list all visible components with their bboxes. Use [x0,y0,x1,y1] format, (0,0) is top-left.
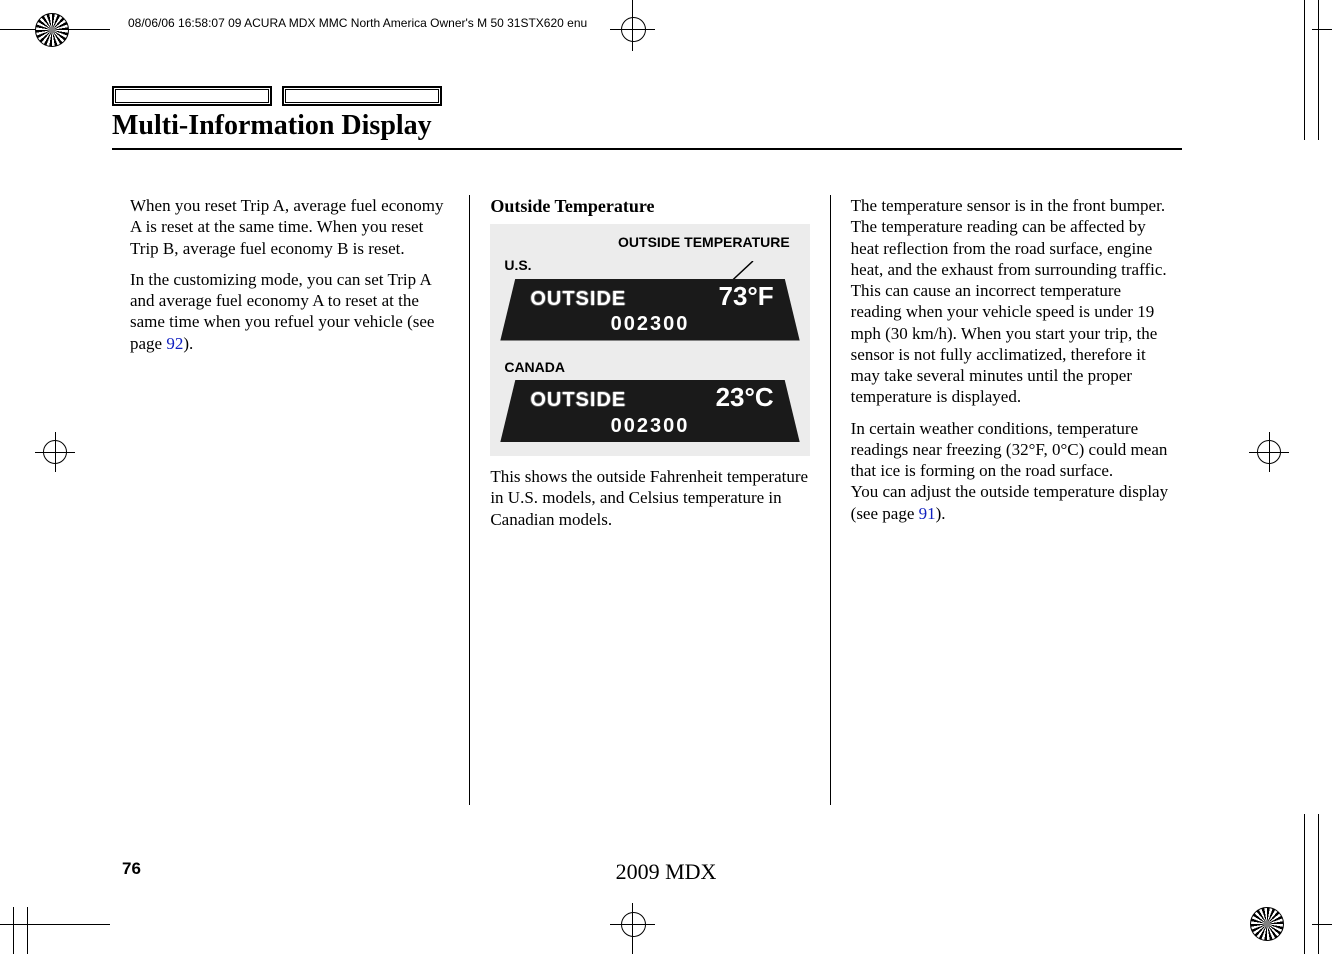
trim-line-icon [1318,0,1319,140]
trim-line-icon [13,907,14,954]
trim-line-icon [1304,0,1305,140]
illustration-box: OUTSIDE TEMPERATURE U.S. OUTSIDE 73°F 00… [490,224,809,457]
footer-model-year: 2009 MDX [0,859,1332,885]
page-reference-link[interactable]: 91 [919,504,936,523]
body-text: In the customizing mode, you can set Tri… [130,269,449,354]
color-registration-icon [35,13,69,47]
region-label: CANADA [504,359,799,377]
column-2: Outside Temperature OUTSIDE TEMPERATURE … [490,195,809,805]
body-text: This shows the outside Fahrenheit temper… [490,466,809,530]
crop-mark-bottom-icon [610,904,655,954]
column-separator [830,195,831,805]
title-rule [112,148,1182,150]
header-tab-box [282,86,442,106]
registration-mark-icon [1249,432,1289,472]
registration-mark-icon [35,432,75,472]
lcd-label: OUTSIDE [530,388,626,413]
region-label: U.S. [504,257,799,275]
lcd-temperature: 23°C [716,381,774,414]
body-text: You can adjust the outside temperature d… [851,482,1168,522]
color-registration-icon [1250,907,1284,941]
trim-line-icon [27,907,28,954]
header-tab-boxes [112,86,1182,106]
body-text: In certain weather conditions, temperatu… [851,418,1170,524]
lcd-display-canada: OUTSIDE 23°C 002300 [500,380,799,442]
lcd-label: OUTSIDE [530,287,626,312]
print-header: 08/06/06 16:58:07 09 ACURA MDX MMC North… [128,16,587,30]
crop-line-icon [0,924,110,925]
lcd-display-us: OUTSIDE 73°F 002300 [500,279,799,341]
lcd-odometer: 002300 [611,313,690,335]
page-reference-link[interactable]: 92 [166,334,183,353]
column-3: The temperature sensor is in the front b… [851,195,1170,805]
crop-line-icon [1312,924,1332,925]
callout-label: OUTSIDE TEMPERATURE [500,234,789,252]
crop-line-icon [1312,29,1332,30]
lcd-temperature: 73°F [718,280,773,313]
column-separator [469,195,470,805]
page-title: Multi-Information Display [112,110,1182,142]
body-text: In certain weather conditions, temperatu… [851,419,1168,481]
column-1: When you reset Trip A, average fuel econ… [130,195,449,805]
body-text: ). [183,334,193,353]
body-text: The temperature sensor is in the front b… [851,195,1170,408]
section-subhead: Outside Temperature [490,195,809,218]
crop-mark-top-icon [610,0,655,50]
body-text: When you reset Trip A, average fuel econ… [130,195,449,259]
header-tab-box [112,86,272,106]
body-text: ). [936,504,946,523]
lcd-odometer: 002300 [611,415,690,437]
